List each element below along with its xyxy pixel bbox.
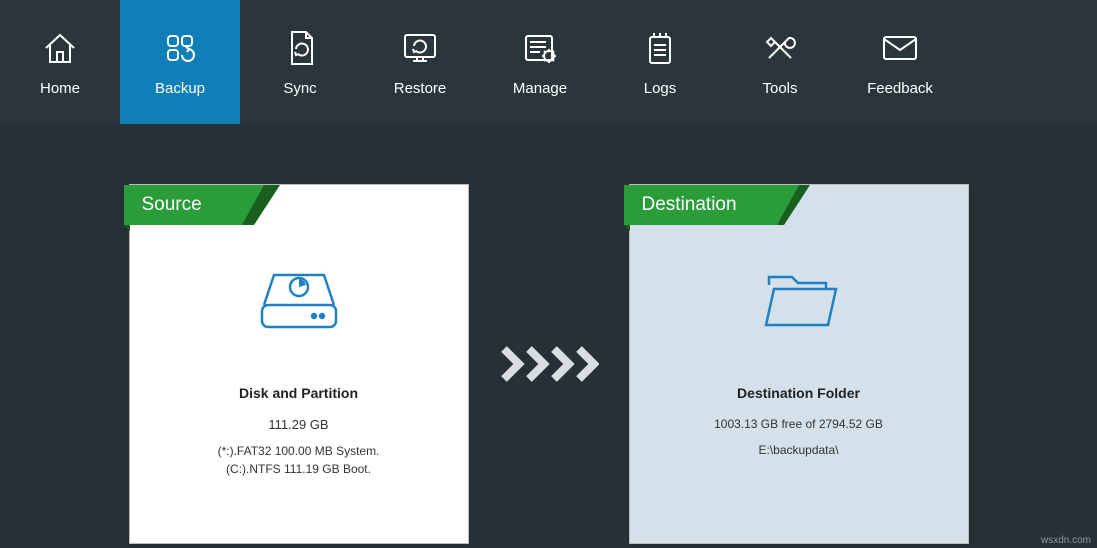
source-body: Disk and Partition 111.29 GB (*:).FAT32 … bbox=[130, 225, 468, 543]
folder-icon bbox=[754, 265, 844, 340]
nav-tools[interactable]: Tools bbox=[720, 0, 840, 124]
source-title: Disk and Partition bbox=[239, 385, 358, 401]
restore-icon bbox=[399, 28, 441, 68]
nav-sync[interactable]: Sync bbox=[240, 0, 360, 124]
nav-feedback[interactable]: Feedback bbox=[840, 0, 960, 124]
sync-icon bbox=[282, 28, 318, 68]
main-content: Source Disk and Partition 111.29 GB (*:)… bbox=[0, 124, 1097, 544]
source-header-label: Source bbox=[124, 185, 242, 225]
nav-label: Tools bbox=[762, 80, 797, 97]
nav-label: Sync bbox=[283, 80, 316, 97]
destination-title: Destination Folder bbox=[737, 385, 860, 401]
nav-restore[interactable]: Restore bbox=[360, 0, 480, 124]
backup-icon bbox=[160, 28, 200, 68]
destination-body: Destination Folder 1003.13 GB free of 27… bbox=[630, 225, 968, 543]
watermark: wsxdn.com bbox=[1041, 535, 1091, 546]
source-detail-1: (*:).FAT32 100.00 MB System. bbox=[218, 442, 380, 460]
top-nav: Home Backup Sync Restore Manage Logs bbox=[0, 0, 1097, 124]
nav-label: Manage bbox=[513, 80, 567, 97]
nav-manage[interactable]: Manage bbox=[480, 0, 600, 124]
nav-label: Logs bbox=[644, 80, 677, 97]
destination-panel[interactable]: Destination Destination Folder 1003.13 G… bbox=[629, 184, 969, 544]
logs-icon bbox=[642, 28, 678, 68]
nav-home[interactable]: Home bbox=[0, 0, 120, 124]
source-detail-2: (C:).NTFS 111.19 GB Boot. bbox=[218, 460, 380, 478]
nav-label: Backup bbox=[155, 80, 205, 97]
source-details: (*:).FAT32 100.00 MB System. (C:).NTFS 1… bbox=[218, 442, 380, 478]
source-panel[interactable]: Source Disk and Partition 111.29 GB (*:)… bbox=[129, 184, 469, 544]
panel-header: Source bbox=[130, 185, 468, 225]
arrow-icon bbox=[499, 344, 599, 384]
destination-free: 1003.13 GB free of 2794.52 GB bbox=[714, 417, 883, 431]
destination-header-label: Destination bbox=[624, 185, 777, 225]
nav-label: Restore bbox=[394, 80, 447, 97]
tools-icon bbox=[761, 28, 799, 68]
panel-header: Destination bbox=[630, 185, 968, 225]
nav-label: Home bbox=[40, 80, 80, 97]
nav-backup[interactable]: Backup bbox=[120, 0, 240, 124]
nav-label: Feedback bbox=[867, 80, 933, 97]
source-size: 111.29 GB bbox=[268, 417, 328, 432]
disk-icon bbox=[254, 265, 344, 340]
nav-logs[interactable]: Logs bbox=[600, 0, 720, 124]
manage-icon bbox=[520, 28, 560, 68]
feedback-icon bbox=[879, 28, 921, 68]
home-icon bbox=[40, 28, 80, 68]
destination-path: E:\backupdata\ bbox=[758, 441, 838, 459]
